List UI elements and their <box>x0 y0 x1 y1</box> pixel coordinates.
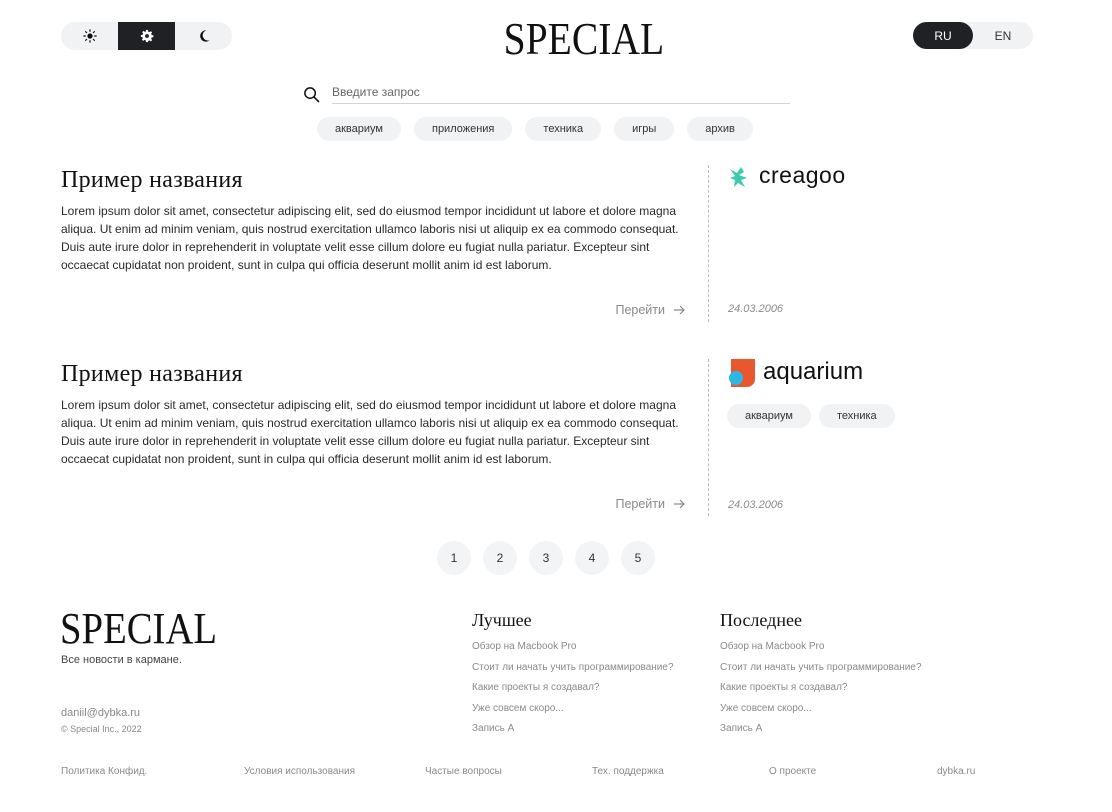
article-card: Пример названия Lorem ipsum dolor sit am… <box>61 167 691 327</box>
article-side: aquarium аквариум техника <box>727 357 895 428</box>
tag-archive[interactable]: архив <box>687 117 753 141</box>
lang-en-button[interactable]: EN <box>973 22 1033 49</box>
tag-games[interactable]: игры <box>614 117 675 141</box>
article-go-link[interactable]: Перейти <box>615 303 685 317</box>
arrow-right-icon <box>674 305 685 315</box>
brand-creagoo[interactable]: creagoo <box>727 162 846 189</box>
language-switcher: RU EN <box>913 22 1033 49</box>
footer-best-column: Лучшее Обзор на Macbook Pro Стоит ли нач… <box>472 610 674 743</box>
page-3-button[interactable]: 3 <box>529 541 563 575</box>
article-card: Пример названия Lorem ipsum dolor sit am… <box>61 361 691 521</box>
tag-aquarium[interactable]: аквариум <box>727 404 811 428</box>
footer-link-privacy[interactable]: Политика Конфид. <box>61 766 147 777</box>
tag-tech[interactable]: техника <box>818 404 895 428</box>
brand-name: creagoo <box>759 162 846 188</box>
footer-best-link[interactable]: Какие проекты я создавал? <box>472 681 674 702</box>
article-date: 24.03.2006 <box>728 303 784 315</box>
article-title[interactable]: Пример названия <box>61 361 691 388</box>
search-input[interactable] <box>332 84 790 104</box>
article-text: Lorem ipsum dolor sit amet, consectetur … <box>61 204 679 272</box>
footer-latest-link[interactable]: Обзор на Macbook Pro <box>720 640 922 661</box>
site-logo[interactable]: SPECIAL <box>80 12 1036 65</box>
footer-latest-title: Последнее <box>720 610 802 630</box>
tag-apps[interactable]: приложения <box>413 117 513 141</box>
footer-best-link[interactable]: Уже совсем скоро... <box>472 702 674 723</box>
brand-aquarium[interactable]: aquarium <box>727 357 895 387</box>
footer-copyright: © Special Inc., 2022 <box>61 724 142 734</box>
article-tags: аквариум техника <box>727 404 895 428</box>
brand-name: aquarium <box>763 358 864 385</box>
article-side: creagoo <box>727 162 846 189</box>
lang-ru-button[interactable]: RU <box>913 22 973 49</box>
footer-latest-link[interactable]: Стоит ли начать учить программирование? <box>720 661 922 682</box>
footer-latest-column: Последнее Обзор на Macbook Pro Стоит ли … <box>720 610 922 743</box>
footer-link-support[interactable]: Тех. поддержка <box>592 766 664 777</box>
arrow-right-icon <box>674 499 685 509</box>
footer-best-link[interactable]: Обзор на Macbook Pro <box>472 640 674 661</box>
footer-link-faq[interactable]: Частые вопросы <box>425 766 502 777</box>
divider <box>708 359 709 516</box>
search-tags: аквариум приложения техника игры архив <box>317 117 753 141</box>
footer-best-link[interactable]: Стоит ли начать учить программирование? <box>472 661 674 682</box>
page-4-button[interactable]: 4 <box>575 541 609 575</box>
article-date: 24.03.2006 <box>728 499 784 511</box>
go-link-label: Перейти <box>615 497 665 511</box>
article-go-link[interactable]: Перейти <box>615 497 685 511</box>
footer-latest-link[interactable]: Какие проекты я создавал? <box>720 681 922 702</box>
footer-best-link[interactable]: Запись А <box>472 722 674 743</box>
footer-latest-link[interactable]: Уже совсем скоро... <box>720 702 922 723</box>
footer-logo[interactable]: SPECIAL <box>60 603 217 654</box>
footer-link-site[interactable]: dybka.ru <box>937 766 975 777</box>
article-text: Lorem ipsum dolor sit amet, consectetur … <box>61 398 679 466</box>
page-2-button[interactable]: 2 <box>483 541 517 575</box>
pagination: 1 2 3 4 5 <box>437 541 655 575</box>
footer-latest-link[interactable]: Запись А <box>720 722 922 743</box>
aquarium-logo-icon <box>729 359 755 387</box>
footer-tagline: Все новости в кармане. <box>61 654 182 666</box>
footer-best-title: Лучшее <box>472 610 532 630</box>
creagoo-logo-icon <box>730 166 747 187</box>
divider <box>708 165 709 322</box>
footer-email[interactable]: daniil@dybka.ru <box>61 707 140 719</box>
page-5-button[interactable]: 5 <box>621 541 655 575</box>
tag-tech[interactable]: техника <box>525 117 602 141</box>
article-title[interactable]: Пример названия <box>61 167 691 194</box>
search-icon[interactable] <box>303 86 320 103</box>
footer-link-about[interactable]: О проекте <box>769 766 816 777</box>
footer-link-terms[interactable]: Условия использования <box>244 766 355 777</box>
page-1-button[interactable]: 1 <box>437 541 471 575</box>
go-link-label: Перейти <box>615 303 665 317</box>
tag-aquarium[interactable]: аквариум <box>317 117 401 141</box>
